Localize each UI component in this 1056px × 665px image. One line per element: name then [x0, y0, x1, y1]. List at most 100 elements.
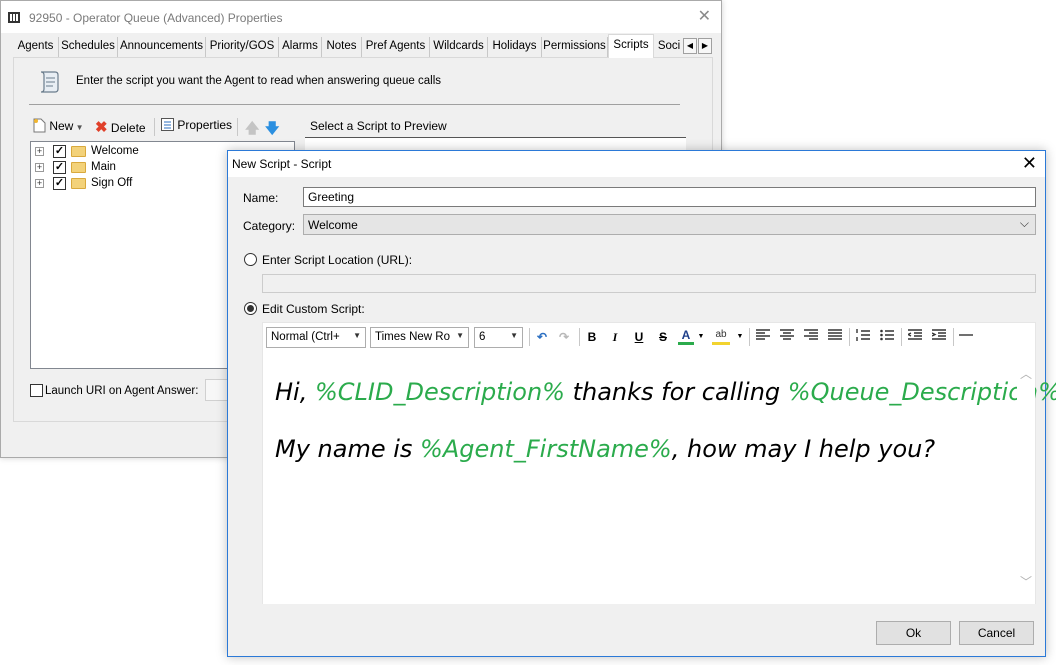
script-line: Hi, %CLID_Description% thanks for callin…: [275, 378, 1056, 406]
bullet-list-icon[interactable]: [878, 329, 896, 345]
strikethrough-icon[interactable]: S: [655, 329, 671, 345]
new-label: New: [49, 119, 74, 133]
scroll-down-icon[interactable]: ﹀: [1020, 573, 1032, 590]
underline-icon[interactable]: U: [631, 329, 647, 345]
tab-scripts[interactable]: Scripts: [608, 34, 654, 58]
new-button[interactable]: New ▼: [33, 118, 84, 136]
tab-wildcards[interactable]: Wildcards: [430, 37, 488, 57]
tree-item-label: Sign Off: [91, 177, 133, 189]
tab-scroll-left-icon[interactable]: ◀: [683, 38, 697, 54]
align-center-icon[interactable]: [778, 329, 796, 345]
script-variable: %Agent_FirstName%: [420, 435, 672, 463]
font-color-icon[interactable]: A: [678, 329, 694, 345]
expand-icon[interactable]: +: [35, 179, 44, 188]
properties-label: Properties: [177, 118, 233, 132]
cancel-button[interactable]: Cancel: [959, 621, 1034, 645]
name-input[interactable]: [303, 187, 1036, 207]
dialog-title: New Script - Script: [232, 157, 332, 171]
script-editor: Normal (Ctrl+ ▼ Times New Ro ▼ 6 ▼ ↶ ↷ B…: [262, 322, 1056, 604]
tree-item-label: Main: [91, 161, 116, 173]
font-value: Times New Ro: [375, 331, 450, 343]
scroll-up-icon[interactable]: ︿: [1020, 365, 1032, 382]
dropdown-arrow-icon: ▼: [456, 331, 464, 340]
bold-icon[interactable]: B: [584, 329, 600, 345]
size-value: 6: [479, 331, 486, 343]
paragraph-style-dropdown[interactable]: Normal (Ctrl+ ▼: [266, 327, 366, 348]
folder-icon: [71, 162, 86, 173]
tab-notes[interactable]: Notes: [322, 37, 362, 57]
move-down-icon[interactable]: 🡇: [265, 118, 279, 136]
toolbar-separator: [953, 328, 954, 346]
url-input[interactable]: [262, 274, 1036, 293]
tab-agents[interactable]: Agents: [13, 37, 59, 57]
undo-icon[interactable]: ↶: [534, 329, 550, 345]
url-radio[interactable]: [244, 253, 257, 266]
delete-label: Delete: [110, 121, 146, 135]
align-right-icon[interactable]: [802, 329, 820, 345]
dropdown-arrow-icon[interactable]: ▼: [697, 329, 705, 345]
tree-checkbox[interactable]: ✓: [53, 177, 66, 190]
toolbar-separator: [901, 328, 902, 346]
tab-social[interactable]: Soci: [655, 37, 683, 57]
style-value: Normal (Ctrl+: [271, 331, 340, 343]
custom-script-radio-label: Edit Custom Script:: [262, 302, 365, 316]
window-title: 92950 - Operator Queue (Advanced) Proper…: [29, 11, 283, 25]
move-up-icon[interactable]: 🡅: [245, 118, 259, 136]
highlight-icon[interactable]: ab: [712, 329, 730, 345]
tab-announcements[interactable]: Announcements: [118, 37, 206, 57]
preview-label: Select a Script to Preview: [310, 119, 447, 133]
expand-icon[interactable]: +: [35, 163, 44, 172]
tab-schedules[interactable]: Schedules: [59, 37, 118, 57]
category-select[interactable]: Welcome ⌵: [303, 214, 1036, 235]
tab-priority-gos[interactable]: Priority/GOS: [206, 37, 279, 57]
ok-button[interactable]: Ok: [876, 621, 951, 645]
tab-alarms[interactable]: Alarms: [279, 37, 322, 57]
horizontal-rule-icon[interactable]: [958, 329, 974, 345]
dropdown-arrow-icon: ▼: [353, 331, 361, 340]
italic-icon[interactable]: I: [607, 329, 623, 345]
tree-checkbox[interactable]: ✓: [53, 161, 66, 174]
close-icon[interactable]: ✕: [698, 7, 711, 27]
tree-checkbox[interactable]: ✓: [53, 145, 66, 158]
font-family-dropdown[interactable]: Times New Ro ▼: [370, 327, 469, 348]
new-script-dialog: New Script - Script ✕ Name: Category: We…: [227, 150, 1056, 657]
divider: [29, 104, 680, 105]
tab-permissions[interactable]: Permissions: [542, 37, 608, 57]
close-icon[interactable]: ✕: [1022, 153, 1037, 173]
dialog-title-bar: New Script - Script ✕: [228, 151, 1045, 177]
tab-holidays[interactable]: Holidays: [488, 37, 542, 57]
indent-icon[interactable]: [930, 329, 948, 345]
align-left-icon[interactable]: [754, 329, 772, 345]
tab-scroll-right-icon[interactable]: ▶: [698, 38, 712, 54]
url-radio-label: Enter Script Location (URL):: [262, 253, 413, 267]
launch-uri-label: Launch URI on Agent Answer:: [45, 385, 199, 397]
script-text: thanks for calling: [564, 378, 788, 406]
properties-icon: [161, 118, 174, 131]
script-text-area[interactable]: Hi, %CLID_Description% thanks for callin…: [263, 351, 1056, 604]
editor-scrollbar[interactable]: ︿ ﹀: [1017, 351, 1035, 604]
dropdown-arrow-icon: ▼: [510, 331, 518, 340]
properties-button[interactable]: Properties: [161, 118, 232, 136]
custom-script-radio[interactable]: [244, 302, 257, 315]
toolbar-separator: [237, 118, 238, 136]
tree-item-label: Welcome: [91, 145, 139, 157]
script-text: My name is: [275, 435, 421, 463]
outdent-icon[interactable]: [906, 329, 924, 345]
folder-icon: [71, 178, 86, 189]
launch-uri-checkbox[interactable]: [30, 384, 43, 397]
redo-icon[interactable]: ↷: [556, 329, 572, 345]
font-size-dropdown[interactable]: 6 ▼: [474, 327, 523, 348]
app-icon: [8, 12, 20, 23]
category-label: Category:: [243, 219, 296, 233]
tab-pref-agents[interactable]: Pref Agents: [362, 37, 430, 57]
expand-icon[interactable]: +: [35, 147, 44, 156]
dropdown-arrow-icon[interactable]: ▼: [736, 329, 744, 345]
justify-icon[interactable]: [826, 329, 844, 345]
toolbar-separator: [529, 328, 530, 346]
script-variable: %CLID_Description%: [314, 378, 565, 406]
script-line: My name is %Agent_FirstName%, how may I …: [275, 435, 935, 463]
delete-button[interactable]: ✖ Delete: [95, 118, 146, 136]
numbered-list-icon[interactable]: [854, 329, 872, 345]
script-variable: %Queue_Description%: [787, 378, 1056, 406]
delete-icon: ✖: [95, 119, 108, 136]
